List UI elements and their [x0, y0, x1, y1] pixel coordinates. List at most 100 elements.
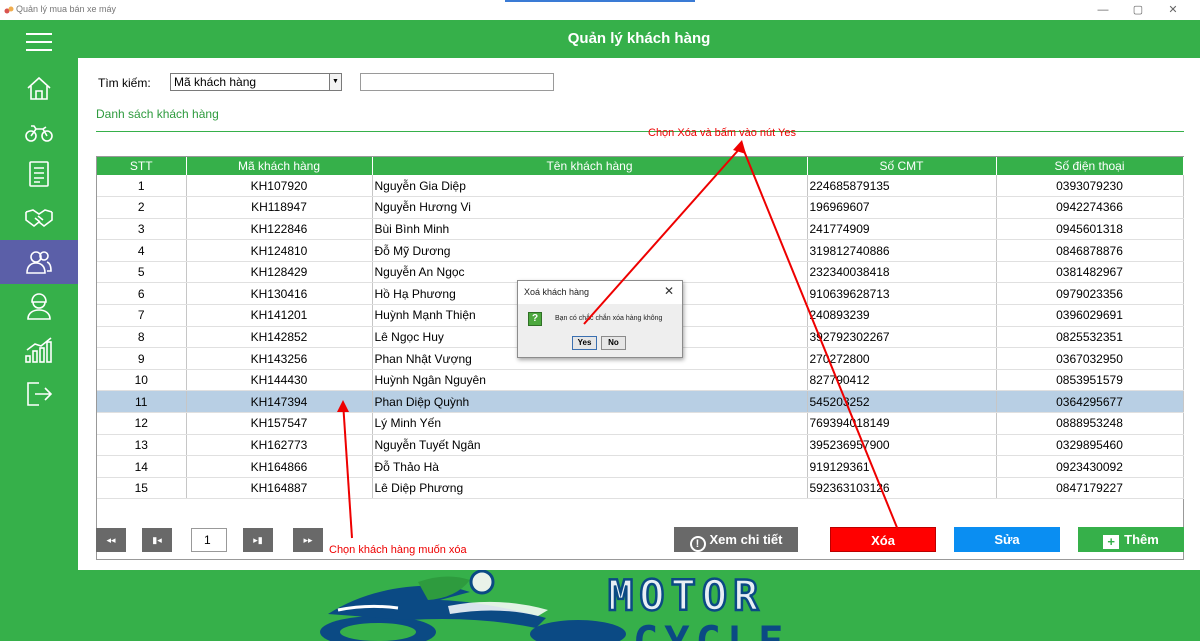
- page-number-input[interactable]: 1: [191, 528, 227, 552]
- table-row[interactable]: 13 KH162773 Nguyễn Tuyết Ngân 395236957900 0…: [97, 434, 1184, 457]
- column-header-phone[interactable]: Số điện thoại: [996, 157, 1184, 175]
- cell-phone: 0381482967: [996, 261, 1184, 284]
- table-row[interactable]: 2 KH118947 Nguyễn Hương Vi 196969607 0942274…: [97, 196, 1184, 219]
- sidebar-item-statistics[interactable]: [0, 328, 78, 372]
- cell-customer-code: KH164887: [186, 477, 373, 500]
- sidebar-item-home[interactable]: [0, 66, 78, 110]
- cell-customer-code: KH142852: [186, 326, 373, 349]
- column-header-id-number[interactable]: Số CMT: [807, 157, 997, 175]
- column-header-customer-name[interactable]: Tên khách hàng: [372, 157, 808, 175]
- cell-phone: 0888953248: [996, 412, 1184, 435]
- cell-customer-name: Đỗ Thảo Hà: [372, 455, 808, 478]
- cell-phone: 0393079230: [996, 175, 1184, 198]
- prev-page-button[interactable]: ▮◂: [142, 528, 172, 552]
- cell-id-number: 919129361: [807, 455, 997, 478]
- column-header-stt[interactable]: STT: [97, 157, 187, 175]
- sidebar: [0, 20, 78, 641]
- cell-id-number: 196969607: [807, 196, 997, 219]
- minimize-button[interactable]: —: [1088, 2, 1118, 18]
- cell-stt: 1: [97, 175, 187, 198]
- cell-customer-code: KH164866: [186, 455, 373, 478]
- cell-stt: 6: [97, 282, 187, 306]
- dialog-title: Xoá khách hàng: [524, 287, 590, 297]
- cell-stt: 9: [97, 347, 187, 370]
- cell-customer-name: Nguyễn Gia Diệp: [372, 175, 808, 198]
- sidebar-item-employees[interactable]: [0, 284, 78, 328]
- info-icon: !: [689, 536, 706, 552]
- cell-id-number: 392792302267: [807, 326, 997, 349]
- sidebar-item-transactions[interactable]: [0, 196, 78, 240]
- table-row[interactable]: 14 KH164866 Đỗ Thảo Hà 919129361 0923430092: [97, 455, 1184, 478]
- table-row[interactable]: 11 KH147394 Phan Diệp Quỳnh 545203252 036429…: [97, 390, 1184, 414]
- dropdown-arrow-icon[interactable]: ▼: [329, 74, 341, 90]
- cell-phone: 0945601318: [996, 218, 1184, 241]
- cell-customer-code: KH143256: [186, 347, 373, 370]
- customer-table[interactable]: STT Mã khách hàng Tên khách hàng Số CMT …: [96, 156, 1184, 560]
- logout-icon: [27, 382, 53, 406]
- maximize-button[interactable]: ▢: [1123, 2, 1153, 18]
- cell-id-number: 545203252: [807, 390, 997, 414]
- titlebar-accent: [505, 0, 695, 2]
- edit-button[interactable]: Sửa: [954, 527, 1060, 552]
- no-button[interactable]: No: [601, 336, 626, 350]
- cell-customer-name: Đỗ Mỹ Dương: [372, 239, 808, 262]
- hamburger-menu-icon: [26, 33, 52, 51]
- sidebar-item-customers[interactable]: [0, 240, 78, 284]
- close-icon[interactable]: ✕: [664, 284, 674, 298]
- cell-phone: 0847179227: [996, 477, 1184, 500]
- cell-stt: 13: [97, 434, 187, 457]
- cell-stt: 3: [97, 218, 187, 241]
- cell-stt: 4: [97, 239, 187, 262]
- window-title: Quản lý mua bán xe máy: [16, 4, 117, 14]
- yes-button[interactable]: Yes: [572, 336, 597, 350]
- sidebar-item-motorbikes[interactable]: [0, 110, 78, 154]
- cell-id-number: 319812740886: [807, 239, 997, 262]
- table-row[interactable]: 1 KH107920 Nguyễn Gia Diệp 224685879135 0393…: [97, 175, 1184, 198]
- cell-phone: 0923430092: [996, 455, 1184, 478]
- table-row[interactable]: 15 KH164887 Lê Diệp Phương 592363103126 0847…: [97, 477, 1184, 500]
- sidebar-menu-toggle[interactable]: [0, 20, 78, 64]
- next-page-button[interactable]: ▸▮: [243, 528, 273, 552]
- handshake-icon: [25, 209, 53, 228]
- cell-id-number: 395236957900: [807, 434, 997, 457]
- cell-customer-name: Bùi Bình Minh: [372, 218, 808, 241]
- last-page-button[interactable]: ▸▸: [293, 528, 323, 552]
- search-field-select[interactable]: Mã khách hàng ▼: [170, 73, 342, 91]
- window-titlebar: Quản lý mua bán xe máy — ▢ ✕: [0, 0, 1200, 20]
- cell-id-number: 769394018149: [807, 412, 997, 435]
- search-label: Tìm kiếm:: [98, 76, 151, 90]
- statistics-chart-icon: [25, 337, 52, 363]
- annotation-choose-customer: Chọn khách hàng muốn xóa: [329, 544, 467, 556]
- column-header-customer-code[interactable]: Mã khách hàng: [186, 157, 373, 175]
- cell-customer-code: KH162773: [186, 434, 373, 457]
- dialog-body: ? Bạn có chắc chắn xóa hàng không Yes No: [518, 304, 682, 357]
- home-icon: [27, 76, 51, 100]
- search-field-selected: Mã khách hàng: [174, 75, 257, 89]
- logo-text-motor: MOTOR: [608, 571, 764, 620]
- table-row[interactable]: 3 KH122846 Bùi Bình Minh 241774909 094560131…: [97, 218, 1184, 241]
- cell-customer-name: Nguyễn Tuyết Ngân: [372, 434, 808, 457]
- sidebar-item-invoices[interactable]: [0, 152, 78, 196]
- add-button[interactable]: + Thêm: [1078, 527, 1184, 552]
- first-page-button[interactable]: ◂◂: [96, 528, 126, 552]
- table-header-row: STT Mã khách hàng Tên khách hàng Số CMT …: [97, 157, 1184, 175]
- cell-phone: 0979023356: [996, 282, 1184, 306]
- cell-customer-code: KH144430: [186, 369, 373, 392]
- view-detail-button[interactable]: ! Xem chi tiết: [674, 527, 798, 552]
- cell-customer-name: Lý Minh Yến: [372, 412, 808, 435]
- delete-button[interactable]: Xóa: [830, 527, 936, 552]
- table-row[interactable]: 10 KH144430 Huỳnh Ngân Nguyên 827790412 0853…: [97, 369, 1184, 392]
- table-row[interactable]: 4 KH124810 Đỗ Mỹ Dương 319812740886 08468788…: [97, 239, 1184, 262]
- invoice-icon: [29, 161, 49, 187]
- cell-id-number: 827790412: [807, 369, 997, 392]
- close-window-button[interactable]: ✕: [1158, 2, 1188, 18]
- search-input[interactable]: [360, 73, 554, 91]
- cell-stt: 11: [97, 390, 187, 414]
- cell-customer-code: KH130416: [186, 282, 373, 306]
- table-row[interactable]: 12 KH157547 Lý Minh Yến 769394018149 0888953…: [97, 412, 1184, 435]
- question-icon: ?: [528, 312, 542, 326]
- cell-stt: 14: [97, 455, 187, 478]
- cell-phone: 0364295677: [996, 390, 1184, 414]
- sidebar-item-logout[interactable]: [0, 372, 78, 416]
- employee-icon: [27, 293, 51, 320]
